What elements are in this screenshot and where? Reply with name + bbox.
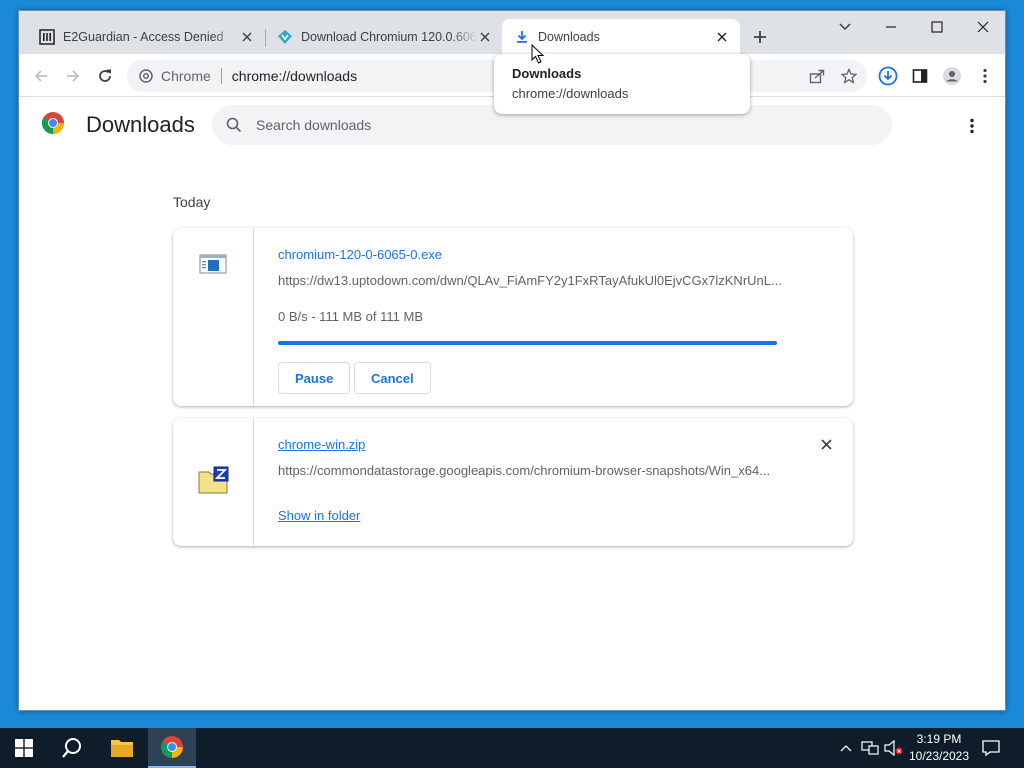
chrome-taskbar-button[interactable] [148,728,196,768]
chrome-logo-icon [41,111,65,135]
maximize-icon [931,21,943,33]
taskbar: 3:19 PM 10/23/2023 [0,728,1024,768]
show-in-folder-link[interactable]: Show in folder [278,508,360,523]
search-icon [62,738,81,758]
show-hidden-icons-button[interactable] [836,738,856,758]
close-icon[interactable] [239,29,255,45]
menu-button[interactable] [974,65,996,87]
chrome-icon [161,736,183,758]
kebab-menu-icon [970,118,974,134]
page-menu-button[interactable] [962,116,982,136]
tab-title: Downloads [538,29,600,44]
hover-card-title: Downloads [512,66,582,81]
network-button[interactable] [860,738,880,758]
tab-e2guardian[interactable]: E2Guardian - Access Denied [27,19,265,54]
progress-bar [278,341,777,345]
pause-button[interactable]: Pause [278,362,351,394]
remove-button[interactable] [816,434,836,454]
download-item: chrome-win.zip https://commondatastorage… [173,418,853,546]
reload-icon [99,69,111,82]
zip-file-icon [197,464,229,496]
close-icon[interactable] [714,29,730,45]
star-icon [841,68,857,84]
back-button[interactable] [29,64,53,88]
browser-window: E2Guardian - Access Denied Download Chro… [18,10,1006,711]
download-item: chromium-120-0-6065-0.exe https://dw13.u… [173,228,853,406]
minimize-icon [886,26,896,28]
start-button[interactable] [0,728,48,768]
icon-column [173,228,254,406]
reload-button[interactable] [93,64,117,88]
download-icon [514,29,530,45]
building-icon [39,28,55,45]
progress-fill [278,341,777,345]
hover-card-url: chrome://downloads [512,86,629,101]
search-input[interactable] [256,117,816,133]
close-icon [820,438,832,450]
close-icon[interactable] [477,29,493,45]
omnibox-url: chrome://downloads [231,68,358,84]
share-button[interactable] [806,65,828,87]
network-icon [861,741,879,755]
tab-strip: E2Guardian - Access Denied Download Chro… [19,11,1005,54]
arrow-right-icon [67,70,80,82]
page-title: Downloads [86,112,195,137]
bookmark-button[interactable] [838,65,860,87]
tab-title: E2Guardian - Access Denied [63,29,224,44]
close-icon [977,21,989,33]
minimize-button[interactable] [876,17,906,37]
kebab-menu-icon [983,68,987,84]
tab-search-button[interactable] [830,17,860,37]
file-name-link[interactable]: chrome-win.zip [278,437,365,452]
side-panel-icon [912,69,928,83]
share-icon [809,69,825,84]
profile-button[interactable] [941,65,963,87]
forward-button[interactable] [61,64,85,88]
side-panel-button[interactable] [909,65,931,87]
search-button[interactable] [48,728,96,768]
exe-file-icon [197,248,229,280]
omnibox-divider [220,68,222,84]
clock-time: 3:19 PM [916,732,962,746]
icon-column [173,418,254,546]
tab-title: Download Chromium 120.0.6065 [301,29,477,44]
notifications-button[interactable] [981,738,1001,758]
plus-icon [754,31,766,43]
downloads-page: Downloads Today chromium-120-0-6065-0.ex… [19,98,1005,710]
date-header: Today [173,194,211,210]
chevron-down-icon [839,23,851,31]
file-name-link[interactable]: chromium-120-0-6065-0.exe [278,247,442,262]
download-status: 0 B/s - 111 MB of 111 MB [278,309,423,324]
avatar-icon [943,67,961,85]
mouse-cursor-icon [531,43,545,69]
windows-logo-icon [15,739,33,757]
search-icon [226,117,242,133]
download-circle-icon [878,66,898,86]
folder-icon [111,740,133,757]
arrow-left-icon [34,70,47,82]
file-url[interactable]: https://dw13.uptodown.com/dwn/QLAv_FiAmF… [278,273,782,288]
new-tab-button[interactable] [749,26,771,48]
clock[interactable]: 3:19 PM 10/23/2023 [898,731,980,765]
file-explorer-button[interactable] [98,728,146,768]
cancel-button[interactable]: Cancel [354,362,431,394]
omnibox-chip: Chrome [161,68,211,84]
maximize-button[interactable] [922,17,952,37]
clock-date: 10/23/2023 [908,749,970,763]
downloads-button[interactable] [877,65,899,87]
chrome-icon [139,69,153,83]
tab-chromium-download[interactable]: Download Chromium 120.0.6065 [265,19,503,54]
file-url[interactable]: https://commondatastorage.googleapis.com… [278,463,770,478]
uptodown-icon [277,29,293,45]
notification-icon [982,740,1000,756]
close-window-button[interactable] [968,17,998,37]
chevron-up-icon [840,745,852,752]
